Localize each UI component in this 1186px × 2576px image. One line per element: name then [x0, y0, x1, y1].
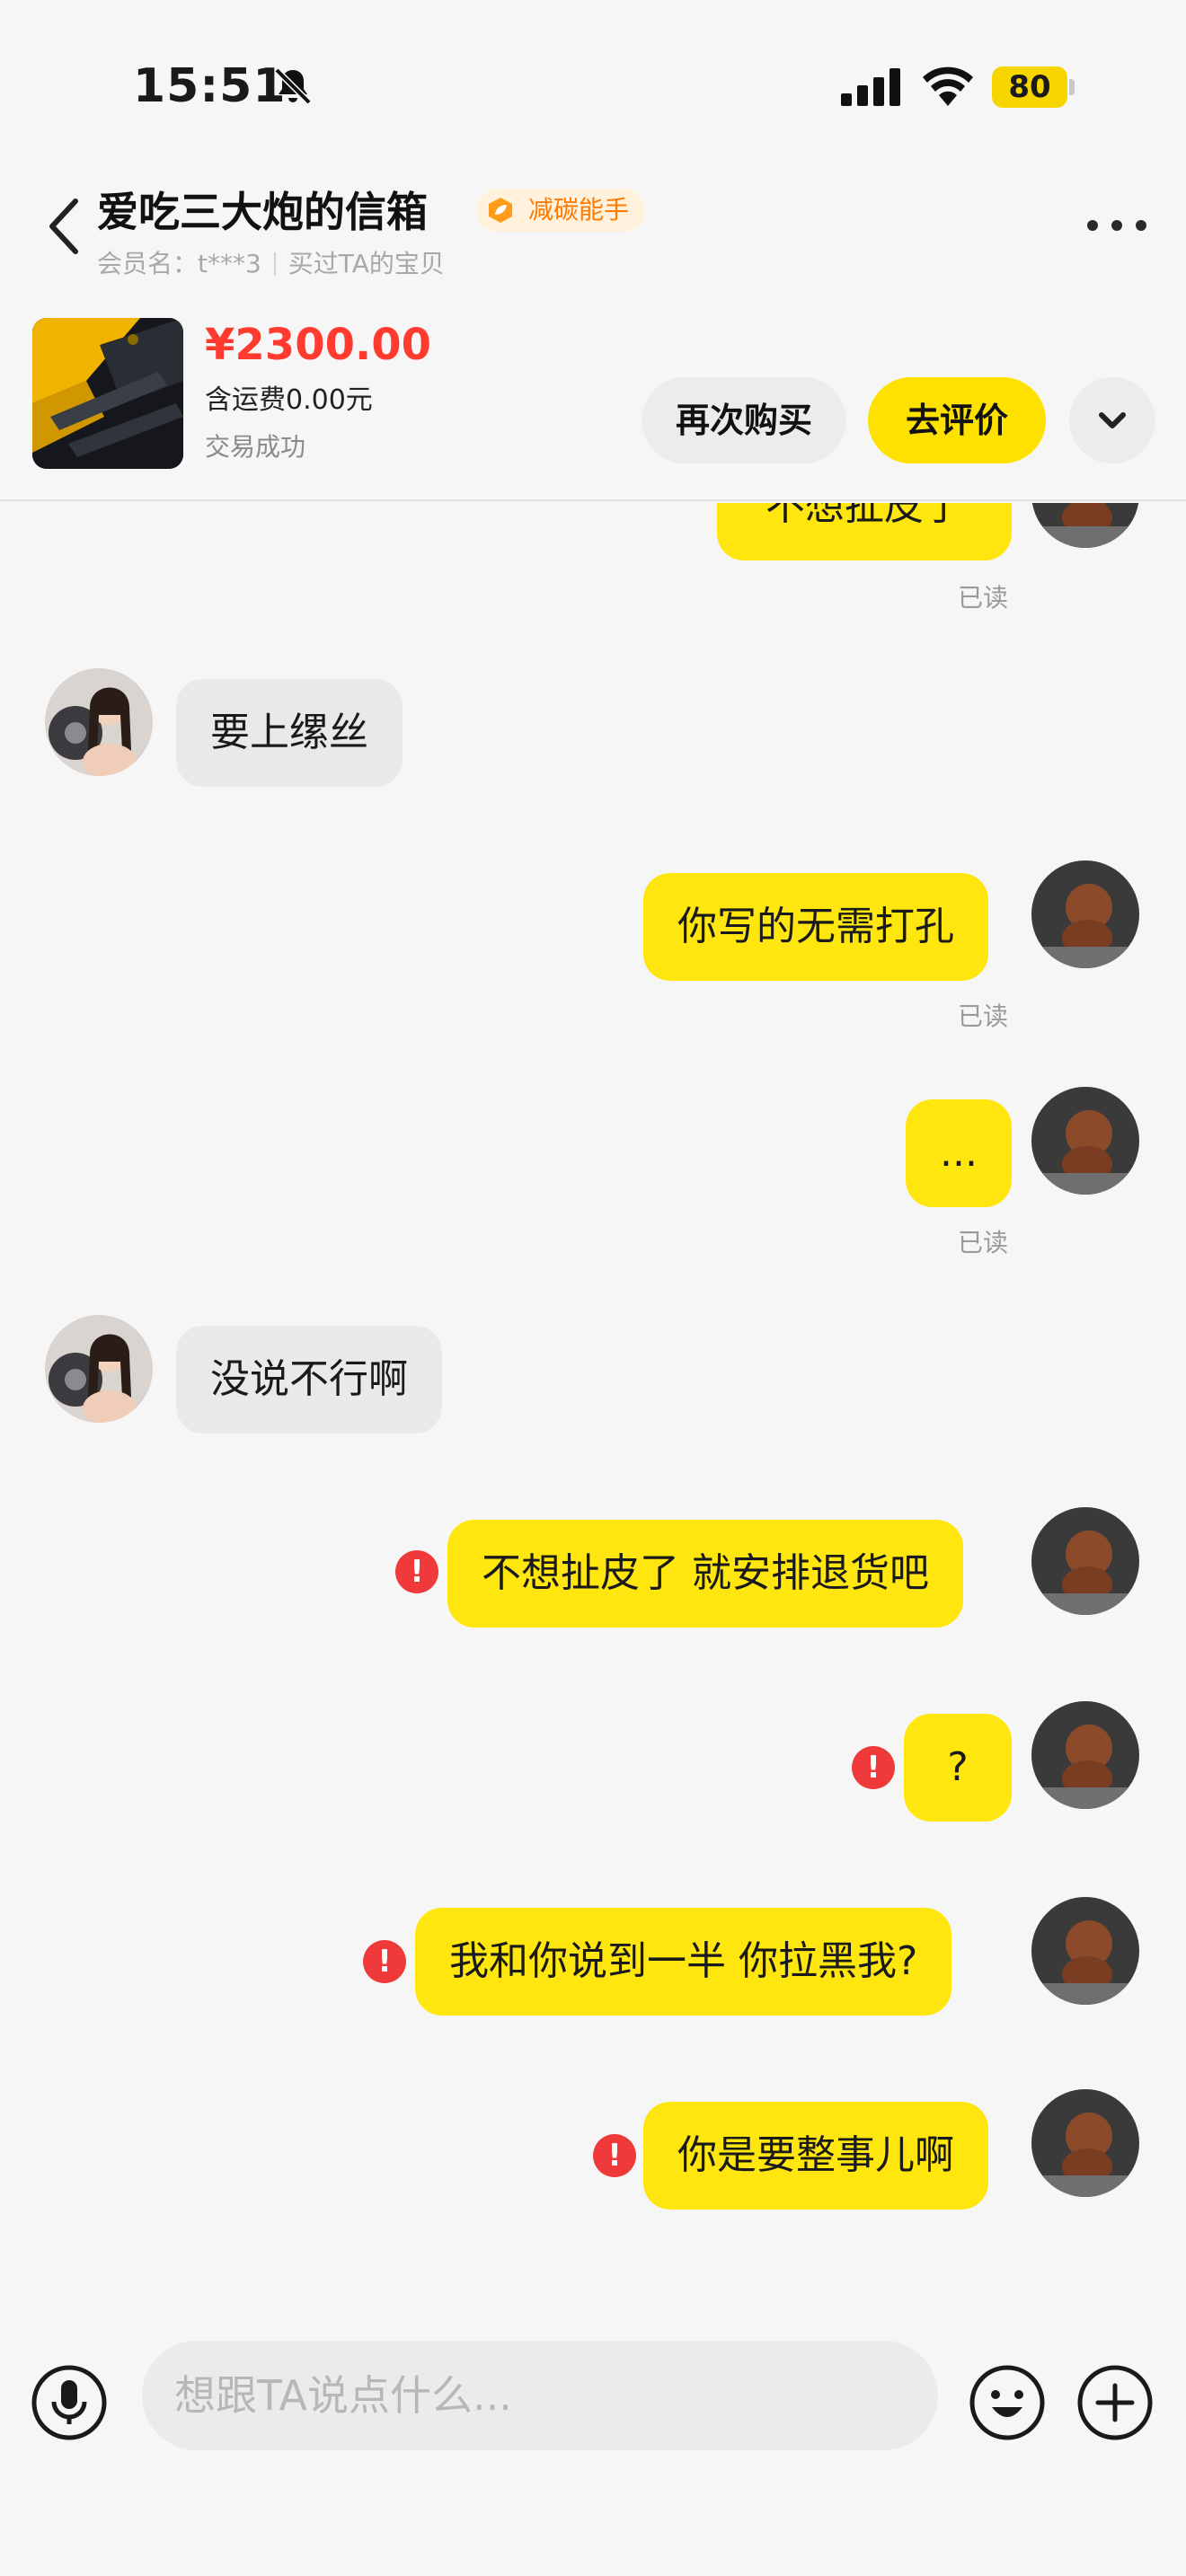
order-card[interactable]: ¥2300.00 含运费0.00元 交易成功 再次购买 去评价: [0, 293, 1186, 501]
cellular-signal-icon: [841, 68, 900, 106]
chat-area[interactable]: 不想扯皮了 已读: [0, 503, 1186, 2335]
emoji-icon[interactable]: [969, 2364, 1046, 2441]
back-chevron-icon[interactable]: [43, 194, 84, 259]
carbon-badge[interactable]: 减碳能手: [476, 189, 646, 232]
message-bubble-received[interactable]: 要上缧丝: [176, 679, 403, 787]
deal-status: 交易成功: [205, 432, 306, 462]
read-receipt: 已读: [958, 1001, 1009, 1031]
member-info: 会员名：t***3 买过TA的宝贝: [97, 244, 445, 280]
battery-indicator: 80: [992, 66, 1075, 108]
my-avatar[interactable]: [1031, 503, 1139, 548]
message-bubble-sent[interactable]: 你写的无需打孔: [643, 873, 988, 981]
send-failed-icon[interactable]: !: [852, 1746, 895, 1789]
add-more-icon[interactable]: [1076, 2364, 1154, 2441]
read-receipt: 已读: [958, 1228, 1009, 1257]
status-time: 15:51: [133, 59, 287, 113]
message-input[interactable]: [142, 2341, 938, 2450]
message-bubble-sent[interactable]: 不想扯皮了: [717, 503, 1012, 560]
member-name: 会员名：t***3: [97, 249, 261, 278]
shipping-fee: 含运费0.00元: [205, 384, 373, 416]
bell-muted-icon: [274, 67, 312, 105]
send-failed-icon[interactable]: !: [395, 1550, 438, 1593]
seller-avatar[interactable]: [45, 668, 153, 776]
voice-input-icon[interactable]: [31, 2364, 108, 2441]
my-avatar[interactable]: [1031, 1087, 1139, 1195]
leaf-hexagon-icon: [489, 198, 512, 223]
chevron-down-icon: [1099, 412, 1126, 428]
message-bubble-sent[interactable]: 不想扯皮了 就安排退货吧: [447, 1520, 963, 1628]
rebuy-button[interactable]: 再次购买: [642, 377, 846, 463]
send-failed-icon[interactable]: !: [363, 1940, 406, 1983]
more-dots-icon[interactable]: [1085, 212, 1148, 239]
expand-button[interactable]: [1069, 377, 1155, 463]
product-thumbnail[interactable]: [32, 318, 183, 469]
message-bubble-sent[interactable]: 我和你说到一半 你拉黑我?: [415, 1908, 952, 2016]
message-bubble-sent[interactable]: 你是要整事儿啊: [643, 2102, 988, 2210]
order-price: ¥2300.00: [205, 320, 432, 370]
message-bubble-sent[interactable]: ?: [904, 1714, 1012, 1822]
review-button[interactable]: 去评价: [868, 377, 1046, 463]
bought-link[interactable]: 买过TA的宝贝: [288, 249, 445, 278]
read-receipt: 已读: [958, 583, 1009, 613]
wifi-icon: [923, 66, 973, 106]
shop-title[interactable]: 爱吃三大炮的信箱: [97, 180, 428, 239]
divider: [273, 252, 276, 276]
message-bubble-sent[interactable]: ...: [906, 1099, 1012, 1207]
battery-level: 80: [1008, 69, 1051, 105]
my-avatar[interactable]: [1031, 1701, 1139, 1809]
seller-avatar[interactable]: [45, 1315, 153, 1423]
my-avatar[interactable]: [1031, 860, 1139, 968]
my-avatar[interactable]: [1031, 2089, 1139, 2197]
badge-label: 减碳能手: [528, 195, 630, 225]
message-bubble-received[interactable]: 没说不行啊: [176, 1326, 442, 1434]
status-bar: 15:51 80: [0, 0, 1186, 171]
send-failed-icon[interactable]: !: [593, 2134, 636, 2177]
my-avatar[interactable]: [1031, 1507, 1139, 1615]
my-avatar[interactable]: [1031, 1897, 1139, 2005]
